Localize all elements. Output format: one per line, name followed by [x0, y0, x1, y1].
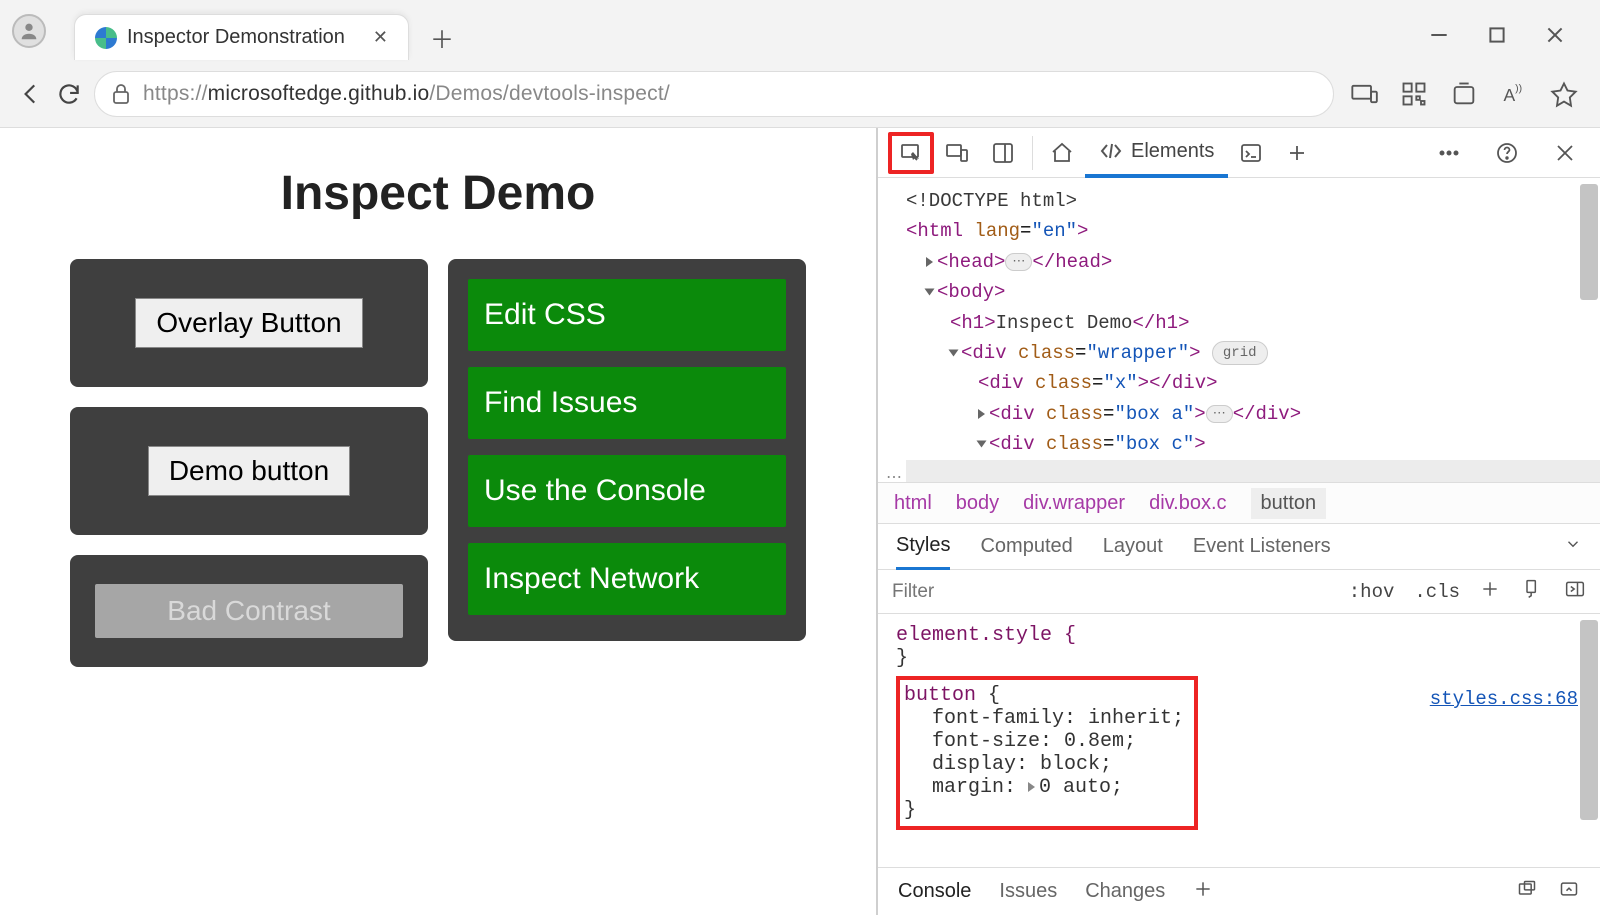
refresh-button[interactable] [56, 73, 82, 115]
hov-toggle[interactable]: :hov [1349, 581, 1395, 603]
browser-tab[interactable]: Inspector Demonstration ✕ [74, 14, 409, 60]
more-icon[interactable] [1426, 132, 1472, 174]
overlay-button[interactable]: Overlay Button [135, 298, 362, 348]
tab-layout[interactable]: Layout [1103, 535, 1163, 558]
close-tab-icon[interactable]: ✕ [373, 27, 388, 48]
toggle-panel-icon[interactable] [980, 132, 1026, 174]
close-devtools-icon[interactable] [1542, 132, 1588, 174]
tab-elements-label: Elements [1131, 140, 1214, 163]
device-emulation-icon[interactable] [934, 132, 980, 174]
drawer-tabs: Console Issues Changes [878, 867, 1600, 915]
page-title: Inspect Demo [70, 166, 806, 221]
device-icon[interactable] [1350, 80, 1378, 108]
address-bar-icons: A)) [1350, 80, 1600, 108]
svg-text:A: A [1504, 85, 1516, 105]
drawer-issues[interactable]: Issues [999, 880, 1057, 903]
styles-tabs: Styles Computed Layout Event Listeners [878, 524, 1600, 570]
home-icon[interactable] [1039, 132, 1085, 174]
window-controls [1428, 24, 1592, 46]
favorite-icon[interactable] [1550, 80, 1578, 108]
styles-filter-bar: :hov .cls [878, 570, 1600, 614]
qr-icon[interactable] [1400, 80, 1428, 108]
card-demo: Demo button [70, 407, 428, 535]
new-style-rule-icon[interactable] [1480, 579, 1502, 605]
minimize-icon[interactable] [1428, 24, 1450, 46]
styles-filter-input[interactable] [892, 581, 1335, 603]
tab-computed[interactable]: Computed [980, 535, 1072, 558]
cls-toggle[interactable]: .cls [1414, 581, 1460, 603]
close-window-icon[interactable] [1544, 24, 1566, 46]
selected-dom-node[interactable]: ⋯ <button>Overlay Button</button>== $0 [906, 460, 1600, 482]
read-aloud-icon[interactable]: A)) [1500, 80, 1528, 108]
back-button[interactable] [18, 73, 44, 115]
drawer-changes[interactable]: Changes [1085, 880, 1165, 903]
drawer-expand-icon[interactable] [1558, 879, 1580, 905]
svg-text:)): )) [1515, 83, 1522, 95]
dom-breadcrumb: html body div.wrapper div.box.c button [878, 482, 1600, 524]
drawer-detach-icon[interactable] [1516, 879, 1538, 905]
tab-elements[interactable]: Elements [1085, 128, 1228, 178]
link-console[interactable]: Use the Console [468, 455, 786, 527]
dock-side-icon[interactable] [1564, 579, 1586, 605]
card-bad-contrast: Bad Contrast [70, 555, 428, 667]
card-overlay: Overlay Button [70, 259, 428, 387]
link-edit-css[interactable]: Edit CSS [468, 279, 786, 351]
bad-contrast-button[interactable]: Bad Contrast [95, 584, 403, 638]
maximize-icon[interactable] [1486, 24, 1508, 46]
address-bar[interactable]: https://microsoftedge.github.io/Demos/de… [94, 71, 1334, 117]
grid-pill[interactable]: grid [1212, 341, 1268, 365]
crumb-html[interactable]: html [894, 492, 932, 515]
address-bar-row: https://microsoftedge.github.io/Demos/de… [0, 60, 1600, 128]
stylesheet-link[interactable]: styles.css:68 [1430, 688, 1578, 710]
button-rule-box: button { font-family: inherit; font-size… [896, 676, 1198, 830]
tab-styles[interactable]: Styles [896, 524, 950, 570]
chevron-down-icon[interactable] [1564, 535, 1582, 559]
drawer-console[interactable]: Console [898, 880, 971, 903]
crumb-body[interactable]: body [956, 492, 999, 515]
browser-chrome: Inspector Demonstration ✕ ＋ https://micr… [0, 0, 1600, 128]
tab-event-listeners[interactable]: Event Listeners [1193, 535, 1331, 558]
tab-title: Inspector Demonstration [127, 26, 345, 49]
crumb-wrapper[interactable]: div.wrapper [1023, 492, 1125, 515]
crumb-box-c[interactable]: div.box.c [1149, 492, 1226, 515]
devtools-panel: Elements <!DOCTYPE html> <html lang="en"… [878, 128, 1600, 915]
lock-icon [111, 83, 131, 105]
console-quick-icon[interactable] [1228, 132, 1274, 174]
styles-pane[interactable]: element.style { } styles.css:68 button {… [878, 614, 1600, 867]
link-find-issues[interactable]: Find Issues [468, 367, 786, 439]
dom-tree[interactable]: <!DOCTYPE html> <html lang="en"> <head>⋯… [878, 178, 1600, 482]
paint-flash-icon[interactable] [1522, 579, 1544, 605]
page-viewport: Inspect Demo Overlay Button Demo button … [0, 128, 878, 915]
card-links: Edit CSS Find Issues Use the Console Ins… [448, 259, 806, 641]
url-text: https://microsoftedge.github.io/Demos/de… [143, 82, 670, 106]
collections-icon[interactable] [1450, 80, 1478, 108]
demo-button[interactable]: Demo button [148, 446, 350, 496]
profile-avatar[interactable] [12, 14, 46, 48]
dom-scrollbar[interactable] [1580, 184, 1598, 300]
crumb-button[interactable]: button [1251, 488, 1327, 519]
help-icon[interactable] [1484, 132, 1530, 174]
titlebar: Inspector Demonstration ✕ ＋ [0, 0, 1600, 60]
add-tab-icon[interactable] [1274, 132, 1320, 174]
drawer-add-icon[interactable] [1193, 879, 1213, 905]
link-network[interactable]: Inspect Network [468, 543, 786, 615]
inspect-element-icon[interactable] [888, 132, 934, 174]
new-tab-button[interactable]: ＋ [421, 16, 463, 58]
styles-scrollbar[interactable] [1580, 620, 1598, 820]
edge-favicon [95, 27, 117, 49]
devtools-toolbar: Elements [878, 128, 1600, 178]
